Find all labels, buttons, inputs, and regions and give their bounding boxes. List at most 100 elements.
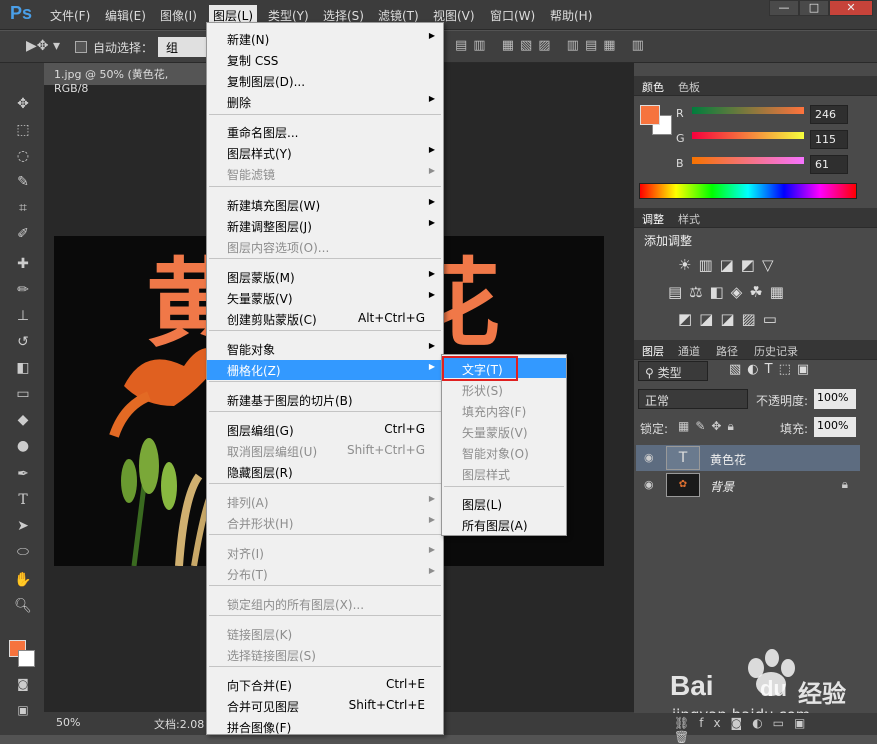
minimize-button[interactable]: — [769,0,799,16]
layer-menu-item[interactable]: 创建剪贴蒙版(C) Alt+Ctrl+G [207,309,443,329]
layer-menu-item[interactable]: 新建(N) ▶ [207,29,443,49]
close-button[interactable]: ✕ [829,0,873,16]
layer-filter-dropdown[interactable]: ⚲ 类型 [638,361,708,381]
tab-swatches[interactable]: 色板 [678,79,700,95]
screen-mode-icon[interactable]: ▣ [12,700,34,720]
rasterize-submenu-item[interactable]: 所有图层(A) [442,514,566,534]
layer-menu-item[interactable]: 向下合并(E) Ctrl+E [207,675,443,695]
layer-menu-item-label: 新建调整图层(J) [227,220,312,234]
layer-menu-item[interactable]: 隐藏图层(R) [207,462,443,482]
move-tool-icon[interactable]: ✥ [12,94,34,114]
eyedropper-tool-icon[interactable]: ✐ [12,224,34,244]
layer-menu-item[interactable]: 合并可见图层 Shift+Ctrl+E [207,696,443,716]
tab-styles[interactable]: 样式 [678,211,700,227]
lock-icons[interactable]: ▦✎✥🔒︎ [678,419,740,434]
color-fg-swatch[interactable] [640,105,660,125]
g-value[interactable]: 115 [810,130,848,149]
opacity-input[interactable]: 100% [814,389,856,409]
gradient-tool-icon[interactable]: ▭ [12,384,34,404]
layer-menu-item[interactable]: 复制 CSS [207,50,443,70]
dodge-tool-icon[interactable]: ● [12,436,34,456]
layer-menu-item[interactable]: 图层编组(G) Ctrl+G [207,420,443,440]
layer-menu-item[interactable]: 智能对象 ▶ [207,339,443,359]
rasterize-submenu-item: 形状(S) [462,384,503,398]
layer-menu-item[interactable]: 图层蒙版(M) ▶ [207,267,443,287]
tab-color[interactable]: 颜色 [642,79,664,95]
auto-select-dropdown[interactable]: 组 [158,37,206,57]
adjustment-icons-row2[interactable]: ▤⚖◧◈☘▦ [668,283,791,301]
adjustment-icons-row3[interactable]: ◩◪◪▨▭ [678,310,784,328]
submenu-arrow-icon: ▶ [428,218,435,227]
layer-menu-item-label: 创建剪贴蒙版(C) [227,313,317,327]
fill-label: 填充: [780,422,809,436]
visibility-eye-icon[interactable]: ◉ [644,478,654,491]
layer-menu-item[interactable]: 图层样式(Y) ▶ [207,143,443,163]
color-spectrum[interactable] [639,183,857,199]
crop-tool-icon[interactable]: ⌗ [12,198,34,218]
type-tool-icon[interactable]: T [12,490,34,510]
document-tab[interactable]: 1.jpg @ 50% (黄色花, RGB/8 [44,63,214,95]
zoom-level[interactable]: 50% [56,716,80,729]
layer-menu-item-label: 隐藏图层(R) [227,466,293,480]
layer-menu-item[interactable]: 复制图层(D)... [207,71,443,91]
menu-2[interactable]: 图像(I) [160,7,197,24]
quick-mask-icon[interactable]: ◙ [12,674,34,694]
zoom-tool-icon[interactable]: 🔍︎ [12,596,34,616]
layer-menu-item[interactable]: 矢量蒙版(V) ▶ [207,288,443,308]
align-buttons[interactable]: ▤▥ ▦▧▨ ▥▤▦ ▥ [455,38,650,53]
adjustment-icons-row1[interactable]: ☀▥◪◩▽ [678,256,781,274]
marquee-tool-icon[interactable]: ⬚ [12,120,34,140]
menu-0[interactable]: 文件(F) [50,7,90,24]
tab-layers[interactable]: 图层 [642,343,664,359]
layer-menu-item[interactable]: 重命名图层... [207,122,443,142]
auto-select-checkbox[interactable] [75,41,87,53]
menu-9[interactable]: 帮助(H) [550,7,592,24]
layer-filter-icons[interactable]: ▧◐T⬚▣ [729,362,815,377]
r-value[interactable]: 246 [810,105,848,124]
layers-bottom-bar[interactable]: ⛓fx◙◐▭▣🗑︎ [634,713,877,744]
quick-select-tool-icon[interactable]: ✎ [12,172,34,192]
layer-row[interactable]: ◉ ✿ 背景 🔒︎ [636,472,860,498]
rasterize-submenu-item: 矢量蒙版(V) [462,426,528,440]
restore-button[interactable]: □ [799,0,829,16]
tab-history[interactable]: 历史记录 [754,343,798,359]
move-tool-icon[interactable]: ▶✥ ▾ [26,38,60,54]
layer-menu-item-label: 重命名图层... [227,126,299,140]
layer-menu-item: 智能滤镜 ▶ [207,164,443,184]
visibility-eye-icon[interactable]: ◉ [644,451,654,464]
layer-row[interactable]: ◉ T 黄色花 [636,445,860,471]
menu-1[interactable]: 编辑(E) [105,7,146,24]
menu-8[interactable]: 窗口(W) [490,7,535,24]
blur-tool-icon[interactable]: ◆ [12,410,34,430]
tab-paths[interactable]: 路径 [716,343,738,359]
r-slider[interactable] [692,107,804,114]
layer-menu-item[interactable]: 拼合图像(F) [207,717,443,737]
eraser-tool-icon[interactable]: ◧ [12,358,34,378]
blend-mode-dropdown[interactable]: 正常 [638,389,748,409]
lasso-tool-icon[interactable]: ◌ [12,146,34,166]
layer-menu-item[interactable]: 栅格化(Z) ▶ [207,360,443,380]
tab-channels[interactable]: 通道 [678,343,700,359]
b-value[interactable]: 61 [810,155,848,174]
background-color-swatch[interactable] [18,650,35,667]
layer-menu-item[interactable]: 新建基于图层的切片(B) [207,390,443,410]
brush-tool-icon[interactable]: ✏ [12,280,34,300]
pen-tool-icon[interactable]: ✒ [12,464,34,484]
rasterize-submenu-item[interactable]: 图层(L) [442,493,566,513]
tab-adjustments[interactable]: 调整 [642,211,664,227]
layer-menu-item[interactable]: 新建调整图层(J) ▶ [207,216,443,236]
layer-menu-item[interactable]: 删除 ▶ [207,92,443,112]
fill-input[interactable]: 100% [814,417,856,437]
b-slider[interactable] [692,157,804,164]
layer-menu-dropdown: 新建(N) ▶ 复制 CSS 复制图层(D)... 删除 ▶ 重命名图层... 图层样式(Y)… [206,22,444,735]
history-brush-icon[interactable]: ↺ [12,332,34,352]
layer-menu-item[interactable]: 新建填充图层(W) ▶ [207,195,443,215]
g-slider[interactable] [692,132,804,139]
hand-tool-icon[interactable]: ✋ [12,570,34,590]
layer-name: 背景 [710,480,735,494]
path-select-icon[interactable]: ➤ [12,516,34,536]
shape-tool-icon[interactable]: ⬭ [12,542,34,562]
stamp-tool-icon[interactable]: ⊥ [12,306,34,326]
layer-menu-item-label: 锁定组内的所有图层(X)... [227,598,365,612]
healing-brush-icon[interactable]: ✚ [12,254,34,274]
